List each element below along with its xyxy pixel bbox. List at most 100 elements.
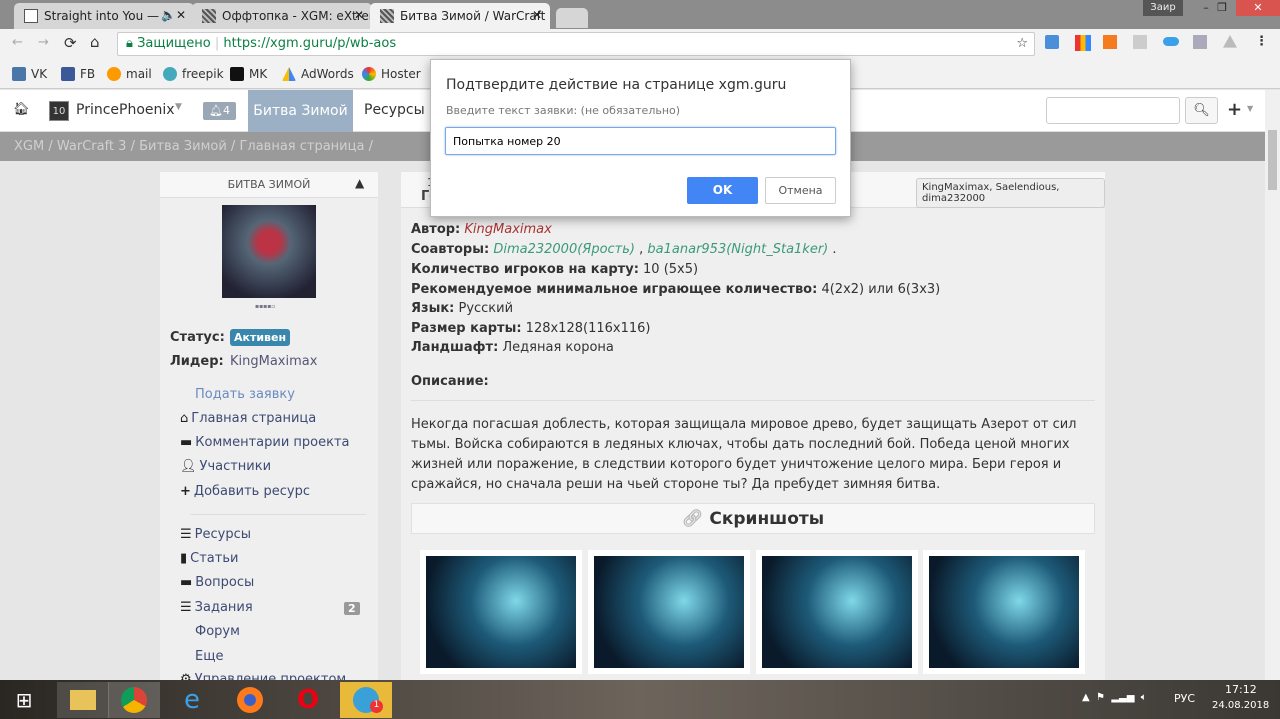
- close-icon[interactable]: ✕: [354, 8, 364, 22]
- bookmark-freepik[interactable]: freepik: [163, 67, 224, 81]
- sidebar-item-more[interactable]: Еще: [195, 649, 223, 664]
- new-tab-button[interactable]: [556, 8, 588, 28]
- ok-button[interactable]: OK: [687, 177, 758, 204]
- close-icon[interactable]: 🔈✕: [161, 8, 186, 22]
- nav-project[interactable]: Битва Зимой: [248, 90, 353, 132]
- firefox-icon[interactable]: [224, 682, 276, 718]
- play-icon: [24, 9, 38, 23]
- home-icon: ⌂: [180, 411, 189, 426]
- bookmark-mail[interactable]: mail: [107, 67, 152, 81]
- caret-down-icon[interactable]: ▼: [175, 102, 182, 112]
- favicon-icon: [380, 9, 394, 23]
- screenshot-thumb[interactable]: [588, 550, 750, 674]
- authors-badge[interactable]: KingMaximax, Saelendious, dima232000: [916, 178, 1105, 208]
- bookmark-hoster[interactable]: Hoster: [362, 67, 421, 81]
- address-bar[interactable]: 🔒︎ Защищено | https://xgm.guru/p/wb-aos …: [117, 32, 1035, 56]
- url-text: https://xgm.guru/p/wb-aos: [223, 36, 397, 51]
- tasks-count-badge: 2: [344, 602, 360, 615]
- project-sidebar: БИТВА ЗИМОЙ ▲ ▪▪▪▪▫ Статус: Активен Лиде…: [160, 172, 378, 687]
- close-window-button[interactable]: ✕: [1236, 0, 1280, 16]
- drive-extension-icon[interactable]: [1223, 35, 1237, 48]
- scrollbar[interactable]: [1265, 90, 1280, 680]
- bookmark-mk[interactable]: MK: [230, 67, 267, 81]
- link-icon: 🔗︎: [681, 509, 704, 529]
- clock-time[interactable]: 17:12: [1225, 683, 1257, 696]
- sidebar-item-home[interactable]: ⌂ Главная страница: [180, 411, 316, 426]
- input-language[interactable]: РУС: [1174, 692, 1195, 705]
- telegram-icon[interactable]: 1: [340, 682, 392, 718]
- start-button[interactable]: ⊞: [0, 682, 48, 718]
- analytics-extension-icon[interactable]: [1075, 35, 1091, 51]
- screenshot-thumb[interactable]: [923, 550, 1085, 674]
- coauthor-link[interactable]: ba1anar953(Night_Sta1ker): [647, 242, 828, 257]
- book-icon: ▮: [180, 551, 188, 566]
- favicon-icon: [202, 9, 216, 23]
- apply-link[interactable]: Подать заявку: [195, 387, 295, 402]
- screenshots-header: 🔗︎ Скриншоты: [411, 503, 1095, 534]
- reload-icon[interactable]: ⟳: [64, 34, 77, 52]
- request-text-input[interactable]: [445, 127, 836, 155]
- chrome-icon[interactable]: [108, 682, 160, 718]
- screenshot-thumb[interactable]: [756, 550, 918, 674]
- status-badge: Активен: [230, 329, 291, 346]
- back-icon[interactable]: ←: [12, 35, 23, 50]
- cancel-button[interactable]: Отмена: [765, 177, 836, 204]
- code-extension-icon[interactable]: [1193, 35, 1207, 49]
- sidebar-item-questions[interactable]: ▬ Вопросы: [180, 575, 254, 590]
- notifications-button[interactable]: 🔔︎4: [203, 102, 236, 120]
- dialog-prompt: Введите текст заявки: (не обязательно): [446, 104, 681, 117]
- sidebar-item-resources[interactable]: ☰ Ресурсы: [180, 527, 251, 542]
- file-explorer-icon[interactable]: [57, 682, 109, 718]
- project-logo: [222, 205, 316, 298]
- pdf-extension-icon[interactable]: [1133, 35, 1147, 49]
- user-menu[interactable]: PrincePhoenix: [76, 102, 175, 118]
- clock-date[interactable]: 24.08.2018: [1212, 700, 1269, 711]
- caret-down-icon[interactable]: ▼: [1247, 104, 1253, 113]
- sidebar-item-tasks[interactable]: ☰ Задания: [180, 600, 253, 615]
- home-icon[interactable]: 🏠︎: [13, 102, 30, 117]
- sidebar-item-comments[interactable]: ▬ Комментарии проекта: [180, 435, 350, 450]
- close-icon[interactable]: ✕: [532, 8, 542, 22]
- cloud-extension-icon[interactable]: [1163, 37, 1179, 46]
- plus-icon: +: [180, 484, 191, 499]
- extension-icon[interactable]: [1045, 35, 1059, 49]
- tab-music[interactable]: Straight into You — L 🔈✕: [14, 3, 194, 29]
- add-icon[interactable]: +: [1227, 99, 1242, 120]
- bookmark-fb[interactable]: FB: [61, 67, 95, 81]
- author-link[interactable]: KingMaximax: [464, 222, 551, 237]
- search-button[interactable]: 🔍︎: [1185, 97, 1218, 124]
- comment-icon: ▬: [180, 435, 193, 450]
- sidebar-item-forum[interactable]: Форум: [195, 624, 240, 639]
- bookmark-adwords[interactable]: AdWords: [282, 67, 354, 81]
- prompt-dialog: Подтвердите действие на странице xgm.gur…: [430, 59, 851, 217]
- bookmark-star-icon[interactable]: ☆: [1016, 33, 1028, 55]
- sidebar-item-articles[interactable]: ▮ Статьи: [180, 551, 238, 566]
- lock-icon: 🔒︎: [126, 36, 133, 51]
- menu-icon[interactable]: ⋮: [1255, 34, 1268, 49]
- user-level-badge: 10: [49, 101, 69, 121]
- tab-offtopic[interactable]: Оффтопка - XGM: eXtrer ✕: [192, 3, 372, 29]
- collapse-icon[interactable]: ▲: [355, 176, 364, 190]
- site-search-input[interactable]: [1046, 97, 1180, 124]
- screenshot-thumb[interactable]: [420, 550, 582, 674]
- tray-icons[interactable]: ▲ ⚑ ▂▃▅ 🔈︎: [1082, 692, 1147, 703]
- logo-pager[interactable]: ▪▪▪▪▫: [255, 303, 275, 310]
- taskbar: ⊞ e O 1 ▲ ⚑ ▂▃▅ 🔈︎ РУС 17:12 24.08.2018: [0, 680, 1280, 719]
- ie-icon[interactable]: e: [166, 682, 218, 718]
- leader-link[interactable]: KingMaximax: [230, 354, 317, 369]
- maximize-button[interactable]: ❐: [1206, 0, 1238, 16]
- bookmark-vk[interactable]: VK: [12, 67, 47, 81]
- nav-resources[interactable]: Ресурсы: [364, 102, 425, 118]
- coauthor-link[interactable]: Dima232000(Ярость): [493, 242, 635, 257]
- sidebar-item-members[interactable]: 👤︎ Участники: [180, 459, 271, 474]
- profile-name[interactable]: Заир: [1143, 0, 1183, 16]
- user-icon: 👤︎: [180, 459, 197, 474]
- sidebar-item-add-resource[interactable]: + Добавить ресурс: [180, 484, 310, 499]
- home-icon[interactable]: ⌂: [90, 33, 100, 51]
- forward-icon[interactable]: →: [38, 35, 49, 50]
- opera-icon[interactable]: O: [282, 682, 334, 718]
- tasks-icon: ☰: [180, 600, 192, 615]
- divider: [190, 514, 366, 515]
- chart-extension-icon[interactable]: [1103, 35, 1117, 49]
- tab-active[interactable]: Битва Зимой / WarCraft ✕: [370, 3, 550, 29]
